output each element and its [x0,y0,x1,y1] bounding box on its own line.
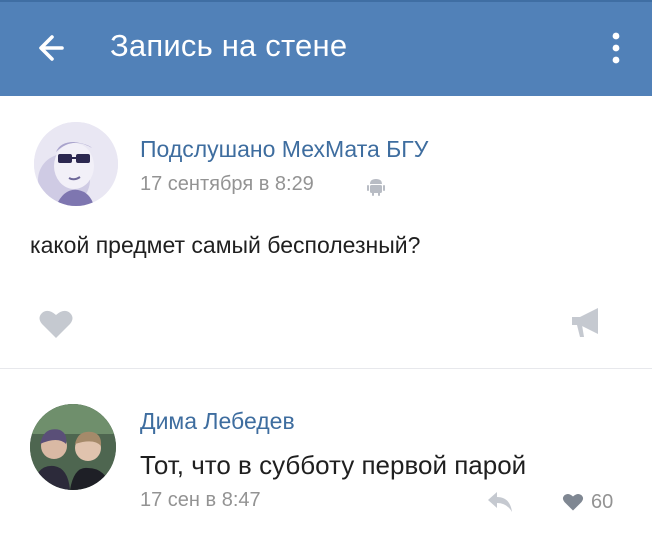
android-icon [367,179,385,196]
back-button[interactable] [28,24,76,72]
comment-like-count: 60 [591,490,614,513]
post-share-button[interactable] [568,306,604,340]
megaphone-icon [572,308,598,337]
comment-author-name[interactable]: Дима Лебедев [140,408,295,435]
commenter-avatar[interactable] [30,404,116,490]
more-options-button[interactable] [602,26,630,70]
post-author-name[interactable]: Подслушано МехМата БГУ [140,136,428,163]
wall-post: Подслушано МехМата БГУ 17 сентября в 8:2… [0,96,652,360]
post-text: какой предмет самый бесполезный? [30,232,421,258]
top-bar: Запись на стене [0,0,652,96]
avatar-image [30,404,116,490]
heart-icon [39,310,73,338]
comment-item: Дима Лебедев Тот, что в субботу первой п… [0,370,652,533]
post-like-button[interactable] [38,308,74,340]
heart-icon [562,494,584,511]
comment-reply-button[interactable] [486,490,514,514]
post-date[interactable]: 17 сентября в 8:29 [140,173,314,196]
reply-icon [488,492,512,512]
community-avatar[interactable] [34,122,118,206]
avatar-image [34,122,118,206]
comment-text: Тот, что в субботу первой парой [140,450,527,480]
comments-divider [0,368,652,369]
arrow-left-icon [39,35,64,61]
page-title: Запись на стене [110,28,348,63]
comment-date[interactable]: 17 сен в 8:47 [140,489,261,512]
comment-like-button[interactable]: 60 [562,488,613,516]
more-vertical-icon [612,32,620,64]
